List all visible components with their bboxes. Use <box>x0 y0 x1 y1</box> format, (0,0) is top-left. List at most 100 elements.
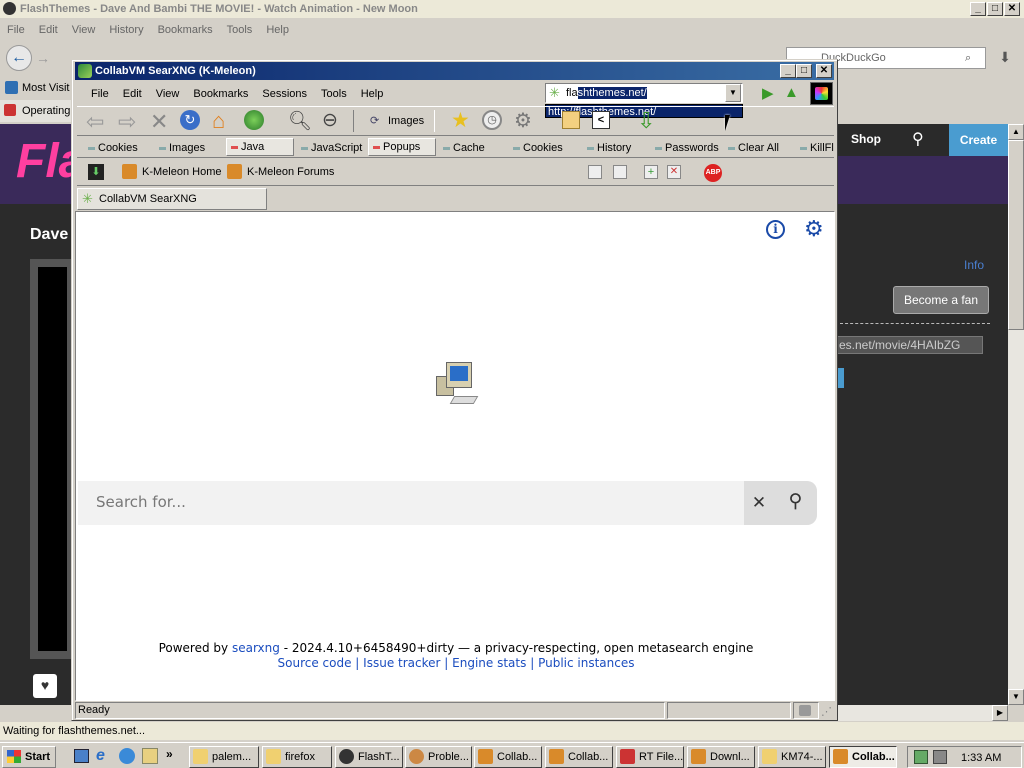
back-menu-file[interactable]: File <box>0 21 32 39</box>
taskbar-item-collab-1[interactable]: Collab... <box>474 746 542 768</box>
source-icon[interactable]: < <box>592 111 610 129</box>
show-desktop-icon[interactable] <box>74 749 89 763</box>
kmeleon-minimize-button[interactable]: _ <box>780 64 796 78</box>
back-menu-tools[interactable]: Tools <box>220 21 260 39</box>
menu-bookmarks[interactable]: Bookmarks <box>186 85 255 103</box>
privacy-clear-cookies[interactable]: Cookies <box>513 138 563 157</box>
layer-next-icon[interactable] <box>613 165 627 179</box>
back-menu-bookmarks[interactable]: Bookmarks <box>151 21 220 39</box>
taskbar-item-problem[interactable]: Proble... <box>405 746 472 768</box>
quicklaunch-chevron[interactable]: » <box>166 747 173 761</box>
ie-quicklaunch-icon[interactable]: e <box>96 747 105 765</box>
back-vertical-scrollbar[interactable]: ▲ ▼ <box>1008 124 1024 705</box>
volume-tray-icon[interactable] <box>933 750 947 764</box>
taskbar-item-rt-file[interactable]: RT File... <box>616 746 684 768</box>
info-link[interactable]: Info <box>964 258 984 272</box>
resize-grip-icon[interactable]: ⋰ <box>821 705 832 718</box>
download-arrow-icon[interactable]: ⇩ <box>637 108 655 134</box>
back-horizontal-scrollbar[interactable]: ▶ <box>836 705 1008 721</box>
tab-collabvm-searxng[interactable]: ✳ CollabVM SearXNG <box>77 188 267 210</box>
menu-sessions[interactable]: Sessions <box>255 85 314 103</box>
back-close-button[interactable]: ✕ <box>1004 2 1020 16</box>
back-tab[interactable]: Operating <box>0 100 72 122</box>
back-bookmark-most[interactable]: Most Visit <box>22 82 69 94</box>
images-toggle-button[interactable]: ⟳ Images <box>353 110 435 132</box>
become-fan-button[interactable]: Become a fan <box>893 286 989 314</box>
url-input[interactable]: ✳ flashthemes.net/ <box>545 83 743 103</box>
explorer-quicklaunch-icon[interactable] <box>142 748 158 764</box>
bookmark-kmeleon-forums[interactable]: K-Meleon Forums <box>227 160 334 184</box>
bookmark-star-icon[interactable]: ★ <box>451 108 470 133</box>
kmeleon-maximize-button[interactable]: □ <box>796 64 812 78</box>
public-instances-link[interactable]: Public instances <box>538 656 634 670</box>
network-tray-icon[interactable] <box>914 750 928 764</box>
back-menu-edit[interactable]: Edit <box>32 21 65 39</box>
privacy-images[interactable]: Images <box>159 138 205 157</box>
zoom-out-icon[interactable]: ⊖ <box>322 109 338 132</box>
stop-icon[interactable]: ✕ <box>150 109 168 135</box>
taskbar-item-km74[interactable]: KM74-... <box>758 746 826 768</box>
privacy-killflash[interactable]: KillFla <box>800 138 834 157</box>
shop-link[interactable]: Shop <box>851 132 881 146</box>
layer-prev-icon[interactable] <box>588 165 602 179</box>
searxng-link[interactable]: searxng <box>232 641 280 655</box>
globe-icon[interactable] <box>244 110 264 130</box>
menu-edit[interactable]: Edit <box>116 85 149 103</box>
search-submit-button[interactable]: ⚲ <box>774 481 817 525</box>
source-code-link[interactable]: Source code <box>278 656 352 670</box>
menu-file[interactable]: File <box>84 85 116 103</box>
adblock-icon[interactable]: ABP <box>704 164 722 182</box>
taskbar-item-palem[interactable]: palem... <box>189 746 259 768</box>
menu-view[interactable]: View <box>149 85 187 103</box>
back-forward-button[interactable]: → <box>36 50 50 66</box>
menu-tools[interactable]: Tools <box>314 85 354 103</box>
forward-arrow-icon[interactable]: ⇨ <box>118 109 136 135</box>
up-button[interactable]: ▲ <box>784 84 799 101</box>
like-button[interactable]: ♥ <box>33 674 57 698</box>
new-window-icon[interactable] <box>562 111 580 129</box>
privacy-java[interactable]: Java <box>226 138 294 156</box>
menu-help[interactable]: Help <box>354 85 391 103</box>
engine-stats-link[interactable]: Engine stats <box>452 656 526 670</box>
back-maximize-button[interactable]: □ <box>987 2 1003 16</box>
create-button[interactable]: Create <box>949 124 1008 156</box>
search-input[interactable]: Search for... <box>96 493 186 511</box>
back-arrow-icon[interactable]: ⇦ <box>86 109 104 135</box>
go-button[interactable]: ▶ <box>762 84 774 102</box>
privacy-cache[interactable]: Cache <box>443 138 485 157</box>
back-menu-view[interactable]: View <box>65 21 103 39</box>
zoom-in-icon[interactable]: 🔍︎ <box>288 109 312 133</box>
home-icon[interactable]: ⌂ <box>212 108 225 134</box>
reload-icon[interactable]: ↻ <box>180 110 200 130</box>
start-button[interactable]: Start <box>2 746 56 768</box>
taskbar-item-firefox[interactable]: firefox <box>262 746 332 768</box>
bookmark-kmeleon-home[interactable]: K-Meleon Home <box>122 160 221 184</box>
privacy-passwords[interactable]: Passwords <box>655 138 719 157</box>
taskbar-item-collab-active[interactable]: Collab... <box>829 746 897 768</box>
issue-tracker-link[interactable]: Issue tracker <box>363 656 440 670</box>
privacy-clear-all[interactable]: Clear All <box>728 138 779 157</box>
outlook-quicklaunch-icon[interactable] <box>119 748 135 764</box>
back-menu-history[interactable]: History <box>102 21 150 39</box>
privacy-history[interactable]: History <box>587 138 631 157</box>
url-dropdown-button[interactable]: ▼ <box>725 84 741 102</box>
taskbar-item-flashthemes[interactable]: FlashT... <box>335 746 403 768</box>
back-download-button[interactable]: ⬇ <box>992 46 1018 68</box>
preferences-gear-icon[interactable]: ⚙ <box>804 216 824 242</box>
back-scroll-thumb[interactable] <box>1008 140 1024 330</box>
taskbar-item-collab-2[interactable]: Collab... <box>545 746 613 768</box>
layer-new-icon[interactable]: + <box>644 165 658 179</box>
back-minimize-button[interactable]: _ <box>970 2 986 16</box>
privacy-cookies[interactable]: Cookies <box>88 138 138 157</box>
back-menu-help[interactable]: Help <box>259 21 296 39</box>
back-back-button[interactable]: ← <box>6 45 32 71</box>
search-icon[interactable]: ⚲ <box>912 129 924 149</box>
info-circle-icon[interactable]: i <box>766 220 785 239</box>
privacy-javascript[interactable]: JavaScript <box>301 138 362 157</box>
bookmark-add-icon[interactable]: ⬇ <box>88 164 104 180</box>
layer-close-icon[interactable]: ✕ <box>667 165 681 179</box>
share-url-field[interactable]: es.net/movie/4HAIbZG <box>836 336 983 354</box>
clear-search-button[interactable]: ✕ <box>744 481 774 525</box>
settings-gear-icon[interactable]: ⚙ <box>514 108 532 133</box>
kmeleon-close-button[interactable]: ✕ <box>816 64 832 78</box>
